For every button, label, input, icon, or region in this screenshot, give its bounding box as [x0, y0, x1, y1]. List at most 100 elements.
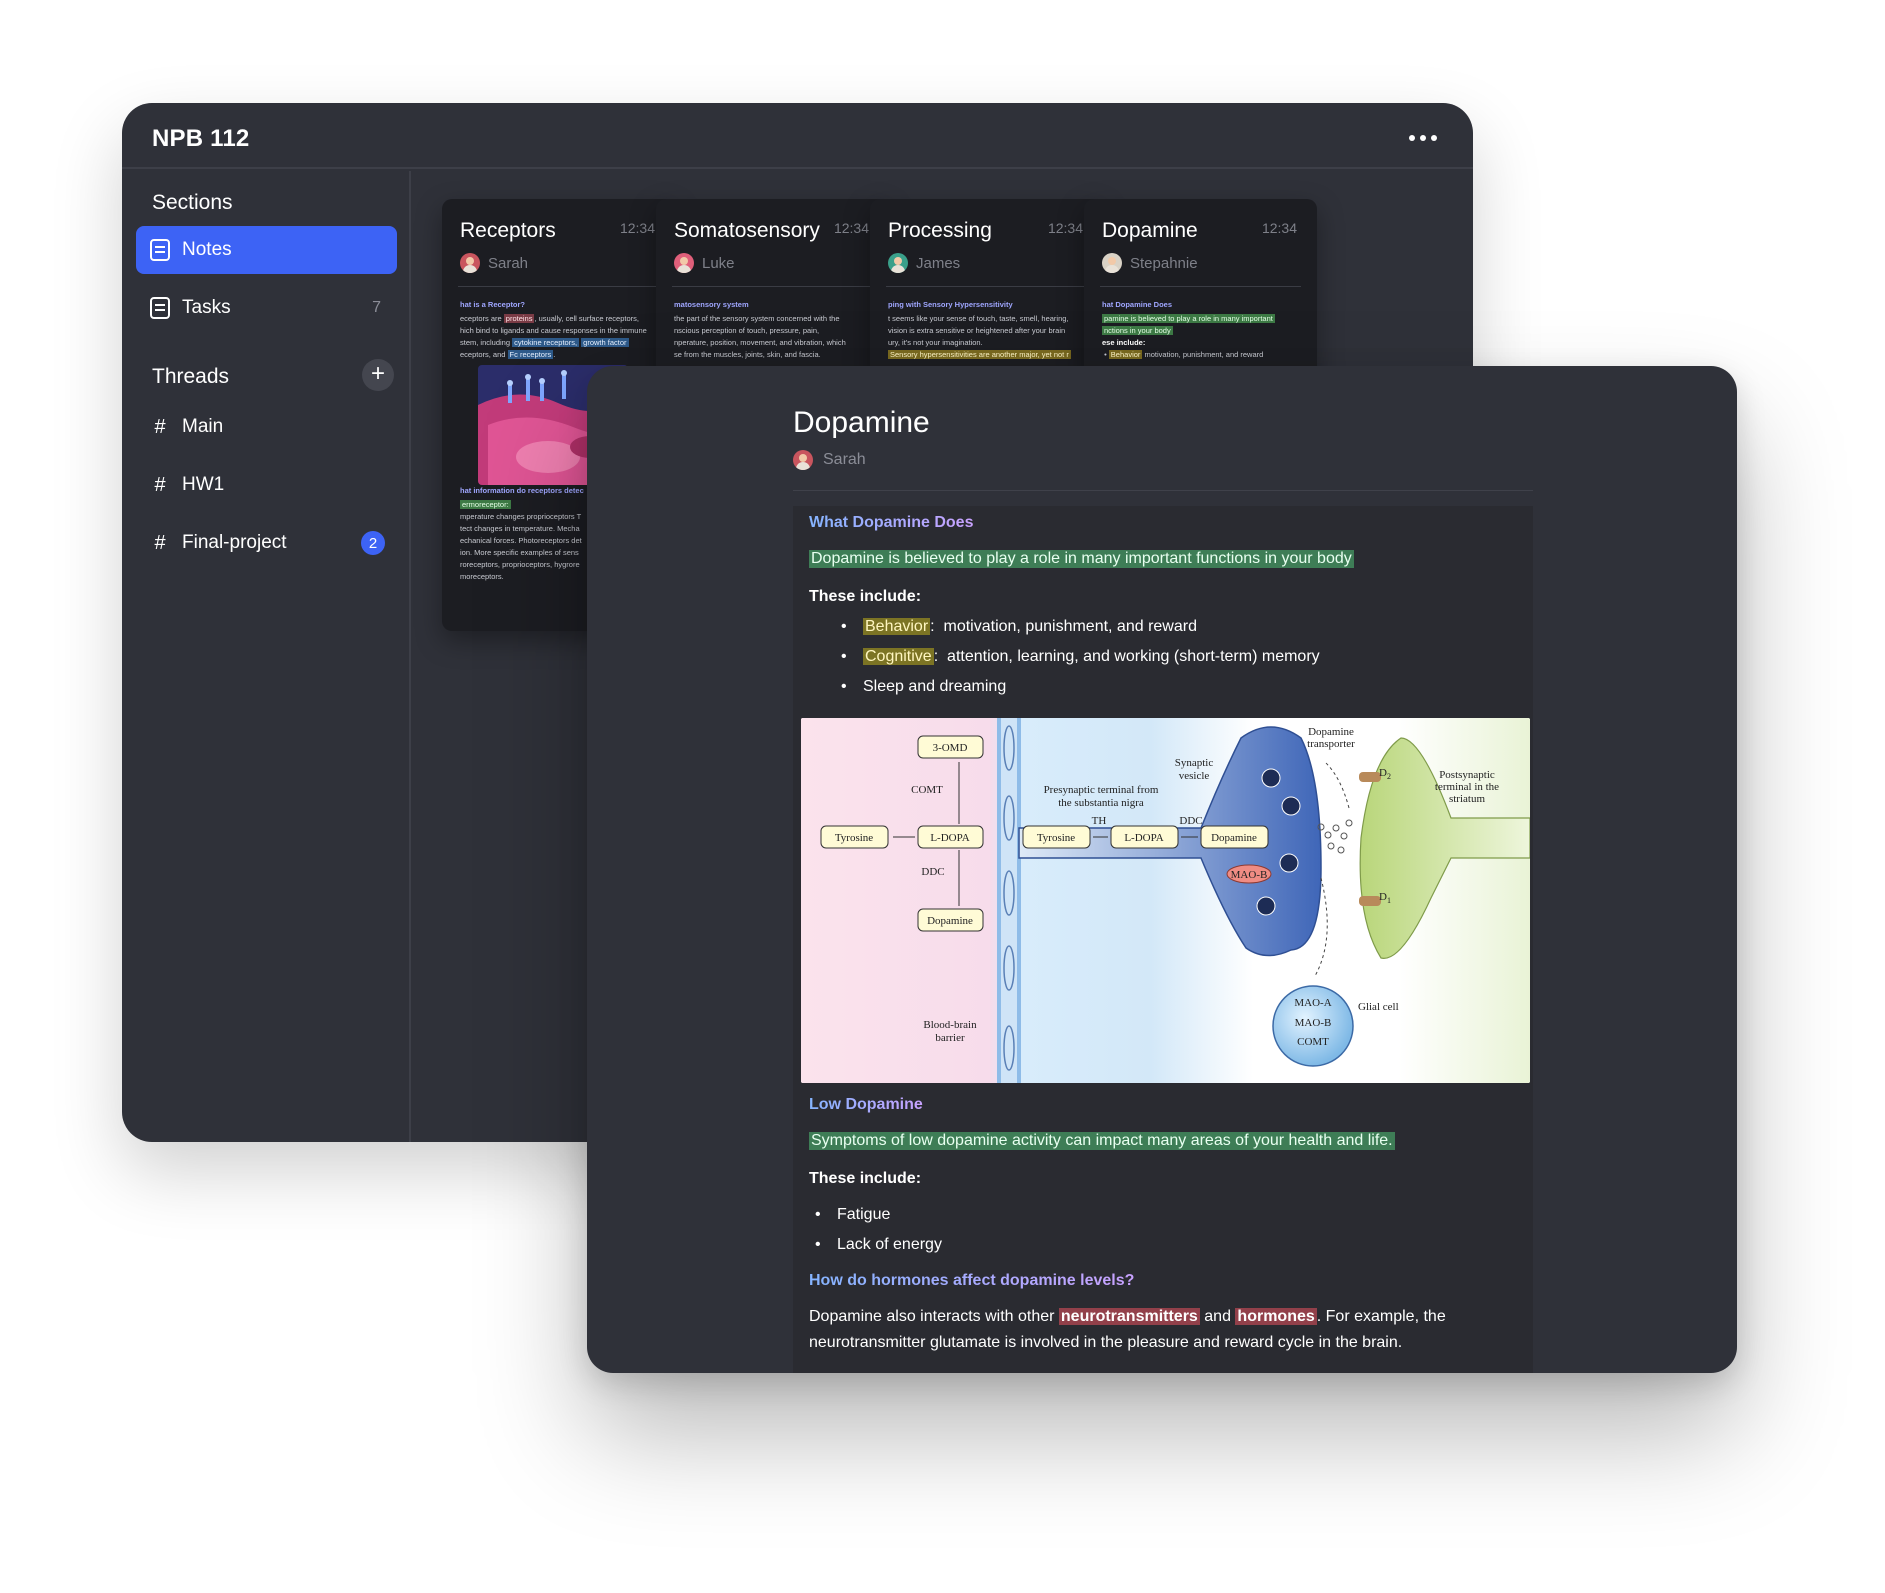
bold-text: These include:: [809, 1170, 922, 1187]
paragraph-text: . For example, the: [1316, 1308, 1446, 1325]
sidebar-item-count: 7: [372, 299, 381, 316]
label-post-3: striatum: [1449, 793, 1485, 805]
card-author: Sarah: [460, 253, 528, 273]
preview-text: nperature, position, movement, and vibra…: [674, 338, 846, 347]
note-author: Sarah: [793, 450, 866, 470]
preview-text: , usually, cell surface receptors,: [534, 314, 639, 323]
preview-text: motivation, punishment, and reward: [1144, 350, 1264, 359]
label-ddc: DDC: [921, 866, 944, 878]
preview-heading: hat is a Receptor?: [460, 300, 526, 309]
card-title: Processing: [888, 219, 992, 242]
preview-text: ury, it's not your imagination.: [888, 338, 983, 347]
bullet-icon: •: [841, 618, 847, 635]
card-preview: hat Dopamine Does pamine is believed to …: [1102, 299, 1305, 361]
card-preview: matosensory system the part of the senso…: [674, 299, 877, 361]
section-heading: Low Dopamine: [809, 1096, 923, 1113]
card-title: Somatosensory: [674, 219, 820, 242]
tag-highlight: Cognitive: [863, 648, 934, 665]
list-item-text: attention, learning, and working (short-…: [947, 648, 1320, 665]
label-ddc-2: DDC: [1179, 815, 1202, 827]
divider: [886, 286, 1087, 287]
note-title: Dopamine: [793, 406, 930, 439]
label-comt: COMT: [911, 784, 943, 796]
preview-heading: matosensory system: [674, 300, 749, 309]
blood-brain-barrier: [997, 718, 1021, 1083]
divider: [458, 286, 659, 287]
card-author: James: [888, 253, 960, 273]
label-post-1: Postsynaptic: [1439, 769, 1495, 781]
avatar: [888, 253, 908, 273]
term-highlight: neurotransmitters: [1058, 1308, 1200, 1325]
course-title: NPB 112: [152, 125, 250, 152]
preview-text: se from the muscles, joints, skin, and f…: [674, 350, 821, 359]
label-maob: MAO-B: [1231, 869, 1268, 881]
hash-icon: #: [154, 415, 166, 438]
preview-highlight: nctions in your body: [1102, 326, 1173, 335]
preview-highlight: ermoreceptor:: [460, 500, 511, 509]
more-dot-icon: [1409, 135, 1415, 141]
thread-item-final-project[interactable]: # Final-project 2: [136, 519, 397, 567]
paragraph: Dopamine also interacts with other neuro…: [809, 1304, 1469, 1356]
author-name: Sarah: [488, 254, 529, 272]
label-d1-sub: 1: [1387, 896, 1391, 905]
thread-item-main[interactable]: # Main: [136, 403, 397, 451]
sidebar-item-tasks[interactable]: Tasks 7: [136, 284, 397, 332]
card-author: Luke: [674, 253, 735, 273]
hash-icon: #: [154, 531, 166, 554]
divider: [672, 286, 873, 287]
sidebar-item-notes[interactable]: Notes: [136, 226, 397, 274]
bullet-icon: •: [841, 678, 847, 695]
label-3omd: 3-OMD: [933, 742, 968, 754]
thread-item-hw1[interactable]: # HW1: [136, 461, 397, 509]
section-heading: What Dopamine Does: [809, 514, 974, 531]
preview-highlight: Fc receptors: [507, 350, 554, 359]
highlighted-text: Dopamine is believed to play a role in m…: [809, 550, 1354, 568]
list-item: • Lack of energy: [815, 1236, 942, 1254]
list-item-text: Fatigue: [837, 1206, 891, 1223]
label-glial-cell: Glial cell: [1358, 1001, 1399, 1013]
hash-icon: #: [154, 473, 166, 496]
preview-text: hich bind to ligands and cause responses…: [460, 326, 647, 335]
list-item-text: Lack of energy: [837, 1236, 942, 1253]
card-time: 12:34: [1047, 220, 1083, 236]
preview-tag: Behavior: [1108, 350, 1143, 359]
avatar: [674, 253, 694, 273]
avatar: [1102, 253, 1122, 273]
label-ldopa-2: L-DOPA: [1124, 832, 1163, 844]
divider: [1100, 286, 1301, 287]
add-thread-button[interactable]: +: [362, 359, 394, 391]
label-dopamine-2: Dopamine: [1211, 832, 1257, 844]
paragraph-text: and: [1199, 1308, 1236, 1325]
label-presynaptic-1: Presynaptic terminal from: [1044, 784, 1159, 796]
label-ldopa: L-DOPA: [930, 832, 969, 844]
avatar: [793, 450, 813, 470]
label-transporter-1: Dopamine: [1308, 726, 1354, 738]
list-item-text: Sleep and dreaming: [863, 678, 1007, 695]
highlighted-text: Symptoms of low dopamine activity can im…: [809, 1132, 1395, 1150]
preview-text: eceptors are: [460, 314, 504, 323]
label-synaptic-2: vesicle: [1179, 770, 1210, 782]
preview-heading: ping with Sensory Hypersensitivity: [888, 300, 1013, 309]
author-name: James: [916, 254, 961, 272]
list-item-text: motivation, punishment, and reward: [943, 618, 1197, 635]
tag-highlight: Behavior: [863, 618, 931, 635]
label-d1-letter: D: [1379, 891, 1387, 903]
list-item: • Sleep and dreaming: [841, 678, 1007, 696]
label-maoa-glial: MAO-A: [1294, 997, 1331, 1009]
card-time: 12:34: [619, 220, 655, 236]
more-options-button[interactable]: [1403, 125, 1443, 151]
preview-text: stem, including: [460, 338, 513, 347]
list-item: • Behavior: motivation, punishment, and …: [841, 618, 1197, 635]
author-name: Sarah: [823, 451, 866, 468]
label-presynaptic-2: the substantia nigra: [1058, 797, 1144, 809]
threads-heading: Threads: [152, 365, 230, 388]
author-name: Stepahnie: [1130, 254, 1198, 272]
thread-item-label: HW1: [182, 474, 225, 495]
preview-highlight: pamine is believed to play a role in man…: [1102, 314, 1275, 323]
label-d2-letter: D: [1379, 767, 1387, 779]
preview-text: the part of the sensory system concerned…: [674, 314, 840, 323]
thread-item-label: Final-project: [182, 532, 287, 553]
unread-badge: 2: [361, 531, 385, 555]
card-author: Stepahnie: [1102, 253, 1198, 273]
window-header: NPB 112: [122, 103, 1473, 169]
